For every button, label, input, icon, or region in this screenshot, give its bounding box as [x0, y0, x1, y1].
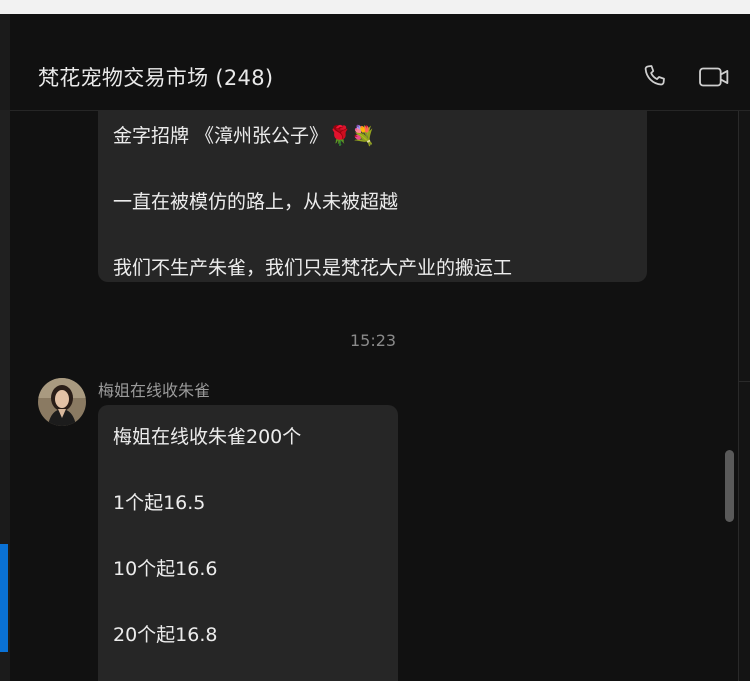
- avatar[interactable]: [38, 378, 86, 426]
- message-line: 梅姐在线收朱雀200个: [113, 426, 302, 448]
- avatar-image: [38, 378, 86, 426]
- message-bubble[interactable]: 金字招牌 《漳州张公子》🌹💐 一直在被模仿的路上，从未被超越 我们不生产朱雀，我…: [98, 111, 647, 282]
- message-bubble[interactable]: 梅姐在线收朱雀200个 1个起16.5 10个起16.6 20个起16.8: [98, 405, 398, 681]
- scrollbar-thumb[interactable]: [725, 450, 734, 522]
- divider: [739, 381, 750, 382]
- message-line: 金字招牌 《漳州张公子》🌹💐: [113, 125, 376, 147]
- message-line: 10个起16.6: [113, 558, 218, 580]
- message-line: 一直在被模仿的路上，从未被超越: [113, 191, 399, 213]
- window-top-strip: [0, 0, 750, 14]
- sender-name: 梅姐在线收朱雀: [98, 381, 211, 400]
- right-panel-edge: [738, 111, 750, 681]
- active-indicator: [0, 544, 8, 652]
- voice-call-button[interactable]: [638, 60, 672, 94]
- left-rail-segment: [0, 110, 10, 440]
- chat-title: 梵花宠物交易市场 (248): [38, 66, 274, 90]
- message-line: 1个起16.5: [113, 492, 206, 514]
- message-list[interactable]: 金字招牌 《漳州张公子》🌹💐 一直在被模仿的路上，从未被超越 我们不生产朱雀，我…: [10, 111, 738, 681]
- video-call-button[interactable]: [697, 60, 731, 94]
- message-timestamp: 15:23: [350, 331, 397, 350]
- phone-icon: [644, 65, 665, 86]
- video-call-icon: [699, 67, 729, 87]
- message-line: 20个起16.8: [113, 624, 218, 646]
- message-line: 我们不生产朱雀，我们只是梵花大产业的搬运工: [113, 257, 513, 279]
- chat-header: 梵花宠物交易市场 (248): [10, 14, 750, 111]
